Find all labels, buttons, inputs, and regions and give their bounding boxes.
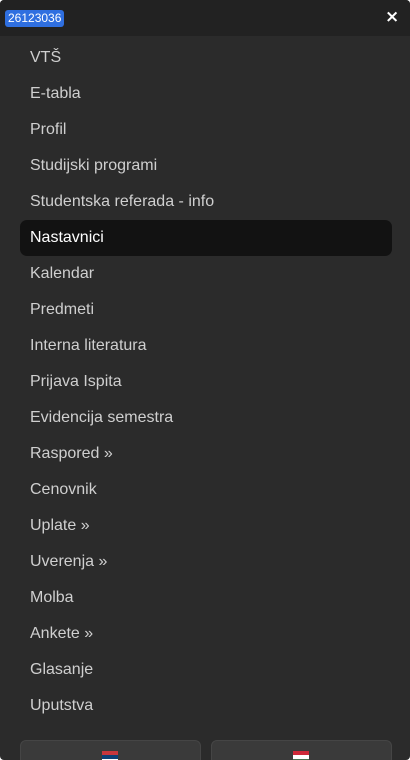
language-serbian-button[interactable]	[20, 740, 201, 760]
close-icon[interactable]: ×	[385, 9, 399, 26]
menu-item: Molba	[0, 580, 410, 616]
menu-item: Studentska referada - info	[0, 184, 410, 220]
menu-item: Ankete »	[0, 616, 410, 652]
menu-link[interactable]: Ankete »	[20, 616, 392, 652]
menu-link[interactable]: Uplate »	[20, 508, 392, 544]
menu-item: Kalendar	[0, 256, 410, 292]
menu-item: Nastavnici	[0, 220, 410, 256]
menu-link[interactable]: Studentska referada - info	[20, 184, 392, 220]
menu-item: Uverenja »	[0, 544, 410, 580]
menu-link[interactable]: Uverenja »	[20, 544, 392, 580]
menu-link[interactable]: Kalendar	[20, 256, 392, 292]
user-id-badge: 26123036	[5, 10, 65, 27]
menu-item: Profil	[0, 112, 410, 148]
menu-item: Predmeti	[0, 292, 410, 328]
menu-link[interactable]: Glasanje	[20, 652, 392, 688]
menu-item: Interna literatura	[0, 328, 410, 364]
menu-item: Cenovnik	[0, 472, 410, 508]
menu-link[interactable]: Prijava Ispita	[20, 364, 392, 400]
menu-link[interactable]: Raspored »	[20, 436, 392, 472]
menu-link[interactable]: Predmeti	[20, 292, 392, 328]
menu-link[interactable]: Evidencija semestra	[20, 400, 392, 436]
menu-link[interactable]: E-tabla	[20, 76, 392, 112]
menu-item: Uputstva	[0, 688, 410, 724]
language-hungarian-button[interactable]	[211, 740, 392, 760]
menu-link[interactable]: Molba	[20, 580, 392, 616]
menu-item: Studijski programi	[0, 148, 410, 184]
menu-link[interactable]: Cenovnik	[20, 472, 392, 508]
menu-item: Raspored »	[0, 436, 410, 472]
menu-item: E-tabla	[0, 76, 410, 112]
menu-link[interactable]: Uputstva	[20, 688, 392, 724]
serbia-flag-icon	[102, 751, 118, 760]
menu-item: VTŠ	[0, 40, 410, 76]
menu-header: 26123036 ×	[0, 0, 410, 36]
menu-item: Glasanje	[0, 652, 410, 688]
menu-item: Uplate »	[0, 508, 410, 544]
menu-link[interactable]: Nastavnici	[20, 220, 392, 256]
menu-item: Evidencija semestra	[0, 400, 410, 436]
menu-link[interactable]: Profil	[20, 112, 392, 148]
menu-link[interactable]: Studijski programi	[20, 148, 392, 184]
mobile-menu-panel: 26123036 × VTŠ E-tabla Profil Studijski pro…	[0, 0, 410, 760]
menu-link[interactable]: Interna literatura	[20, 328, 392, 364]
menu-link[interactable]: VTŠ	[20, 40, 392, 76]
menu-item: Prijava Ispita	[0, 364, 410, 400]
nav-menu: VTŠ E-tabla Profil Studijski programi Studen…	[0, 40, 410, 724]
hungary-flag-icon	[293, 751, 309, 760]
